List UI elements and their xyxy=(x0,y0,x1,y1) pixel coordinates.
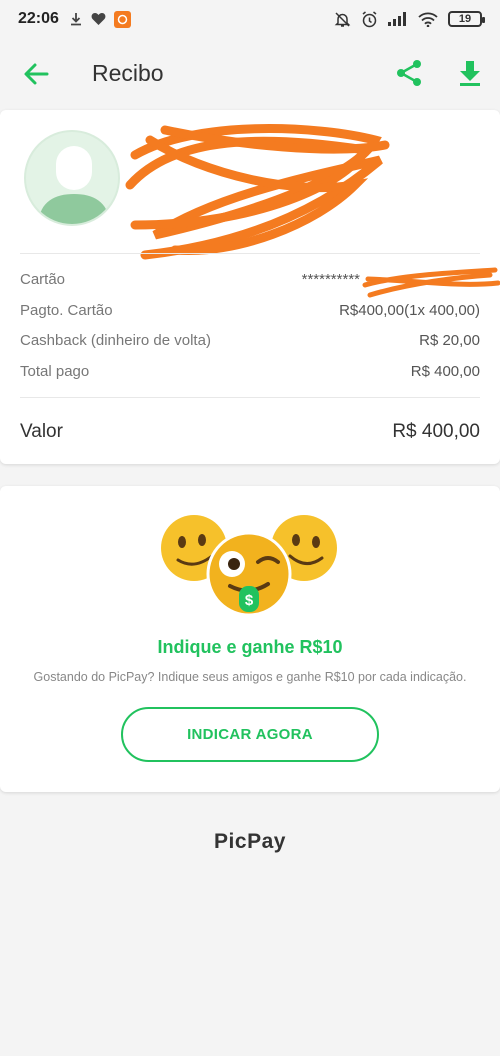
page-title: Recibo xyxy=(92,60,164,86)
card-redaction-scribble xyxy=(362,267,500,298)
row-cashback: Cashback (dinheiro de volta) R$ 20,00 xyxy=(20,332,480,349)
divider xyxy=(20,253,480,254)
status-bar: 22:06 19 xyxy=(0,0,500,38)
user-placeholder-icon xyxy=(38,146,110,224)
row-total-pago: Total pago R$ 400,00 xyxy=(20,363,480,380)
status-right-icons: 19 xyxy=(334,10,485,28)
signal-icon xyxy=(388,12,406,26)
share-icon[interactable] xyxy=(394,58,424,88)
row-value: R$ 20,00 xyxy=(419,332,480,349)
avatar xyxy=(24,130,120,226)
picpay-logo: PicPay xyxy=(214,830,286,853)
winking-money-emoji-icon: $ xyxy=(206,531,292,617)
referral-card: $ Indique e ganhe R$10 Gostando do PicPa… xyxy=(0,486,500,792)
row-value: R$400,00(1x 400,00) xyxy=(339,302,480,319)
referral-subtitle: Gostando do PicPay? Indique seus amigos … xyxy=(33,670,467,684)
battery-icon: 19 xyxy=(448,11,485,27)
redaction-scribble xyxy=(125,124,390,260)
total-row: Valor R$ 400,00 xyxy=(20,421,480,443)
app-bar: Recibo xyxy=(0,38,500,110)
row-pagto-cartao: Pagto. Cartão R$400,00(1x 400,00) xyxy=(20,302,480,319)
alarm-icon xyxy=(362,10,377,27)
refer-now-button[interactable]: INDICAR AGORA xyxy=(121,707,379,762)
divider xyxy=(20,397,480,398)
row-label: Total pago xyxy=(20,363,90,380)
receipt-card: Cartão ********** Pagto. Cartão R$400,00… xyxy=(0,110,500,464)
back-arrow-icon[interactable] xyxy=(22,60,50,88)
row-label: Cashback (dinheiro de volta) xyxy=(20,332,211,349)
status-time: 22:06 xyxy=(18,10,59,27)
emoji-dollar: $ xyxy=(245,592,254,609)
heart-icon xyxy=(91,13,106,25)
referral-title: Indique e ganhe R$10 xyxy=(157,637,343,657)
total-value: R$ 400,00 xyxy=(392,421,480,442)
total-label: Valor xyxy=(20,421,63,442)
download-icon xyxy=(70,13,81,26)
row-label: Cartão xyxy=(20,271,66,288)
battery-level: 19 xyxy=(458,13,472,25)
row-value: R$ 400,00 xyxy=(410,363,480,380)
row-value: ********** xyxy=(301,271,360,288)
emoji-illustration: $ xyxy=(161,515,337,617)
row-label: Pagto. Cartão xyxy=(20,302,113,319)
status-left-icons xyxy=(69,10,131,28)
wifi-icon xyxy=(418,12,438,27)
app-notification-icon xyxy=(113,10,131,28)
bell-off-icon xyxy=(334,11,351,27)
download-icon[interactable] xyxy=(455,58,485,88)
